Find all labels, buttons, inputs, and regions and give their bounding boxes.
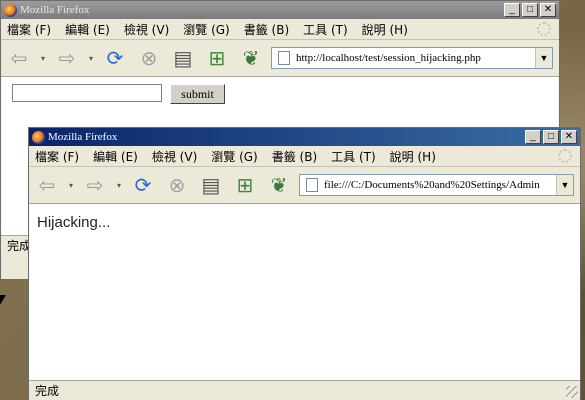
mouse-cursor-icon (0, 295, 6, 305)
close-button[interactable]: ✕ (540, 3, 556, 17)
front-url-bar[interactable]: file:///C:/Documents%20and%20Settings/Ad… (299, 174, 574, 196)
front-page-content: Hijacking... (29, 204, 580, 380)
firefox-icon (4, 3, 17, 17)
firefox-icon (32, 130, 45, 144)
leaf-icon[interactable]: ❦ (265, 171, 293, 199)
back-url-bar[interactable]: http://localhost/test/session_hijacking.… (271, 47, 553, 69)
forward-icon[interactable]: ⇨ (53, 44, 81, 72)
throbber-icon (558, 149, 572, 163)
back-navigation-toolbar: ⇦ ▾ ⇨ ▾ ⟳ ⊗ ▤ ⊞ ❦ http://localhost/test/… (1, 40, 559, 77)
session-input[interactable] (12, 84, 162, 102)
menu-go[interactable]: 瀏覽 (G) (211, 148, 257, 165)
back-menubar: 檔案 (F) 編輯 (E) 檢視 (V) 瀏覽 (G) 書籤 (B) 工具 (T… (1, 19, 559, 40)
menu-bookmarks[interactable]: 書籤 (B) (244, 21, 289, 38)
menu-tools[interactable]: 工具 (T) (331, 148, 376, 165)
submit-button[interactable]: submit (170, 84, 225, 104)
stop-icon[interactable]: ⊗ (135, 44, 163, 72)
back-dropdown-icon[interactable]: ▾ (39, 44, 47, 72)
forward-icon[interactable]: ⇨ (81, 171, 109, 199)
page-message: Hijacking... (37, 214, 111, 231)
back-titlebar[interactable]: Mozilla Firefox _ □ ✕ (1, 1, 559, 19)
menu-help[interactable]: 說明 (H) (362, 21, 408, 38)
front-status-text: 完成 (35, 384, 60, 398)
newtab-icon[interactable]: ⊞ (231, 171, 259, 199)
front-browser-window[interactable]: Mozilla Firefox _ □ ✕ 檔案 (F) 編輯 (E) 檢視 (… (28, 127, 581, 400)
front-menubar: 檔案 (F) 編輯 (E) 檢視 (V) 瀏覽 (G) 書籤 (B) 工具 (T… (29, 146, 580, 167)
throbber-icon (537, 22, 551, 36)
back-url-text[interactable]: http://localhost/test/session_hijacking.… (296, 52, 535, 64)
print-icon[interactable]: ▤ (169, 44, 197, 72)
minimize-button[interactable]: _ (525, 130, 541, 144)
reload-icon[interactable]: ⟳ (129, 171, 157, 199)
url-dropdown-icon[interactable]: ▼ (556, 175, 573, 195)
menu-edit[interactable]: 編輯 (E) (93, 148, 138, 165)
page-icon (278, 51, 290, 65)
resize-grip-icon[interactable] (566, 386, 578, 398)
menu-edit[interactable]: 編輯 (E) (65, 21, 110, 38)
front-titlebar[interactable]: Mozilla Firefox _ □ ✕ (29, 128, 580, 146)
close-button[interactable]: ✕ (561, 130, 577, 144)
reload-icon[interactable]: ⟳ (101, 44, 129, 72)
menu-tools[interactable]: 工具 (T) (303, 21, 348, 38)
menu-file[interactable]: 檔案 (F) (7, 21, 51, 38)
menu-go[interactable]: 瀏覽 (G) (183, 21, 229, 38)
maximize-button[interactable]: □ (543, 130, 559, 144)
menu-view[interactable]: 檢視 (V) (152, 148, 197, 165)
front-navigation-toolbar: ⇦ ▾ ⇨ ▾ ⟳ ⊗ ▤ ⊞ ❦ file:///C:/Documents%2… (29, 167, 580, 204)
menu-bookmarks[interactable]: 書籤 (B) (272, 148, 317, 165)
menu-file[interactable]: 檔案 (F) (35, 148, 79, 165)
forward-dropdown-icon[interactable]: ▾ (115, 171, 123, 199)
stop-icon[interactable]: ⊗ (163, 171, 191, 199)
front-url-text[interactable]: file:///C:/Documents%20and%20Settings/Ad… (324, 179, 556, 191)
menu-help[interactable]: 說明 (H) (390, 148, 436, 165)
back-dropdown-icon[interactable]: ▾ (67, 171, 75, 199)
back-icon[interactable]: ⇦ (5, 44, 33, 72)
forward-dropdown-icon[interactable]: ▾ (87, 44, 95, 72)
back-icon[interactable]: ⇦ (33, 171, 61, 199)
maximize-button[interactable]: □ (522, 3, 538, 17)
front-window-title: Mozilla Firefox (48, 131, 118, 143)
newtab-icon[interactable]: ⊞ (203, 44, 231, 72)
url-dropdown-icon[interactable]: ▼ (535, 48, 552, 68)
minimize-button[interactable]: _ (504, 3, 520, 17)
leaf-icon[interactable]: ❦ (237, 44, 265, 72)
print-icon[interactable]: ▤ (197, 171, 225, 199)
back-window-title: Mozilla Firefox (20, 4, 90, 16)
page-icon (306, 178, 318, 192)
menu-view[interactable]: 檢視 (V) (124, 21, 169, 38)
front-statusbar: 完成 (29, 380, 580, 400)
